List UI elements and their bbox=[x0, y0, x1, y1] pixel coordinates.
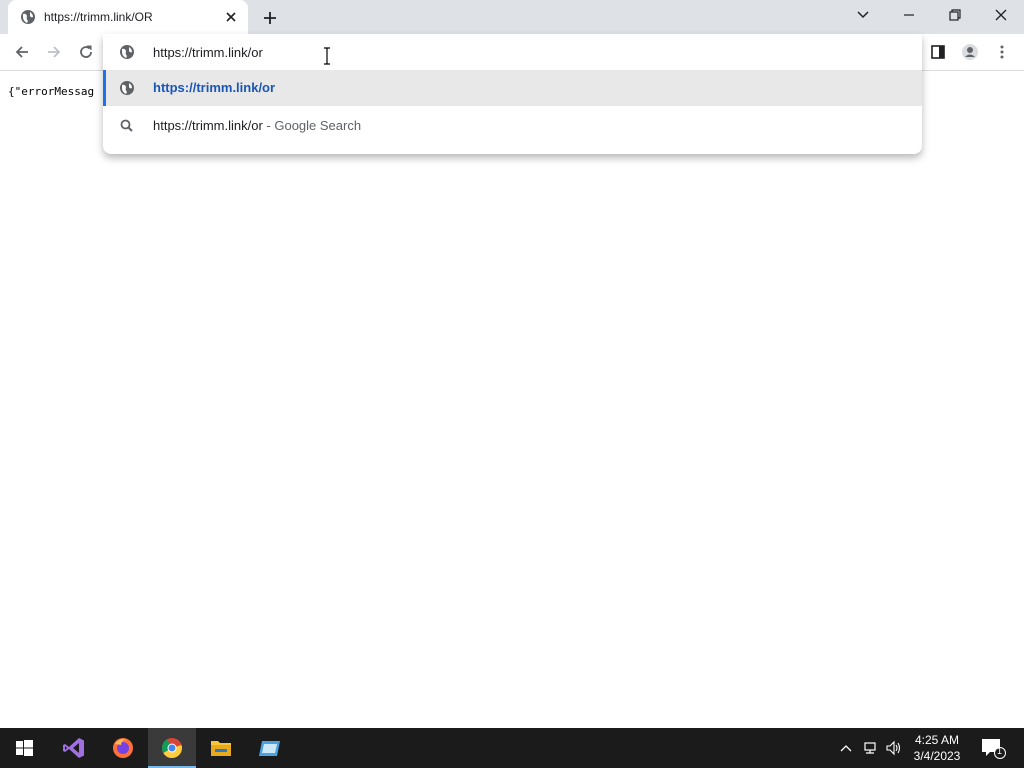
new-tab-plus-icon[interactable] bbox=[258, 6, 282, 30]
notification-count: 1 bbox=[997, 746, 1003, 756]
network-icon[interactable] bbox=[862, 740, 878, 756]
restore-button[interactable] bbox=[932, 0, 978, 30]
system-clock[interactable]: 4:25 AM 3/4/2023 bbox=[904, 732, 970, 764]
clock-date: 3/4/2023 bbox=[913, 749, 961, 763]
json-response-text: {"errorMessag bbox=[8, 85, 95, 98]
screen: https://trimm.link/OR {"errorMessag http… bbox=[0, 0, 1024, 768]
start-button[interactable] bbox=[0, 728, 48, 768]
taskbar-visual-studio[interactable] bbox=[50, 728, 98, 768]
close-window-button[interactable] bbox=[978, 0, 1024, 30]
visual-studio-icon bbox=[63, 738, 84, 758]
search-icon bbox=[120, 119, 133, 132]
tab-title: https://trimm.link/OR bbox=[44, 10, 153, 24]
side-panel-icon bbox=[931, 45, 945, 59]
clock-time: 4:25 AM bbox=[914, 733, 960, 747]
browser-tab[interactable]: https://trimm.link/OR bbox=[8, 0, 248, 34]
chevron-up-icon[interactable] bbox=[838, 740, 854, 756]
app-window-icon bbox=[259, 741, 280, 756]
suggestion-url-text: https://trimm.link/or bbox=[153, 80, 276, 95]
text-cursor-icon bbox=[324, 47, 330, 65]
notification-icon bbox=[982, 739, 1006, 759]
taskbar-file-explorer[interactable] bbox=[197, 728, 245, 768]
address-bar-input[interactable]: https://trimm.link/or bbox=[153, 45, 263, 60]
restore-icon bbox=[949, 9, 961, 21]
taskbar-chrome[interactable] bbox=[148, 728, 196, 768]
tab-search-button[interactable] bbox=[840, 0, 886, 30]
chrome-icon bbox=[161, 738, 182, 759]
taskbar-firefox[interactable] bbox=[99, 728, 147, 768]
minimize-button[interactable] bbox=[886, 0, 932, 30]
minimize-icon bbox=[904, 14, 914, 16]
back-arrow-icon bbox=[15, 46, 28, 58]
close-tab-icon[interactable] bbox=[222, 8, 240, 26]
forward-button[interactable] bbox=[42, 40, 66, 64]
omnibox-popup: https://trimm.link/or https://trimm.link… bbox=[103, 34, 922, 154]
tab-strip: https://trimm.link/OR bbox=[0, 0, 1024, 34]
forward-arrow-icon bbox=[48, 46, 61, 58]
menu-button[interactable] bbox=[990, 40, 1014, 64]
suggestion-suffix: - Google Search bbox=[262, 118, 362, 133]
reload-button[interactable] bbox=[74, 40, 98, 64]
side-panel-button[interactable] bbox=[926, 40, 950, 64]
profile-button[interactable] bbox=[958, 40, 982, 64]
windows-logo-icon bbox=[16, 740, 33, 756]
suggestion-query: https://trimm.link/or bbox=[153, 118, 263, 133]
address-bar[interactable]: https://trimm.link/or bbox=[103, 34, 922, 70]
page-content: {"errorMessag bbox=[0, 72, 1024, 728]
taskbar-app[interactable] bbox=[246, 728, 294, 768]
globe-icon bbox=[120, 81, 134, 95]
suggestion-search-text: https://trimm.link/or - Google Search bbox=[153, 118, 361, 133]
profile-avatar-icon bbox=[962, 44, 978, 60]
taskbar: 4:25 AM 3/4/2023 1 bbox=[0, 728, 1024, 768]
chevron-down-icon bbox=[857, 11, 869, 19]
suggestion-url[interactable]: https://trimm.link/or bbox=[103, 70, 922, 106]
back-button[interactable] bbox=[10, 40, 34, 64]
reload-icon bbox=[80, 45, 92, 58]
folder-icon bbox=[211, 741, 231, 756]
firefox-icon bbox=[113, 738, 133, 758]
close-icon bbox=[995, 9, 1007, 21]
globe-icon bbox=[120, 45, 134, 59]
globe-icon bbox=[21, 10, 35, 24]
action-center-button[interactable]: 1 bbox=[980, 736, 1006, 760]
kebab-menu-icon bbox=[1000, 45, 1004, 59]
volume-icon[interactable] bbox=[885, 740, 901, 756]
suggestion-search[interactable]: https://trimm.link/or - Google Search bbox=[103, 108, 922, 144]
